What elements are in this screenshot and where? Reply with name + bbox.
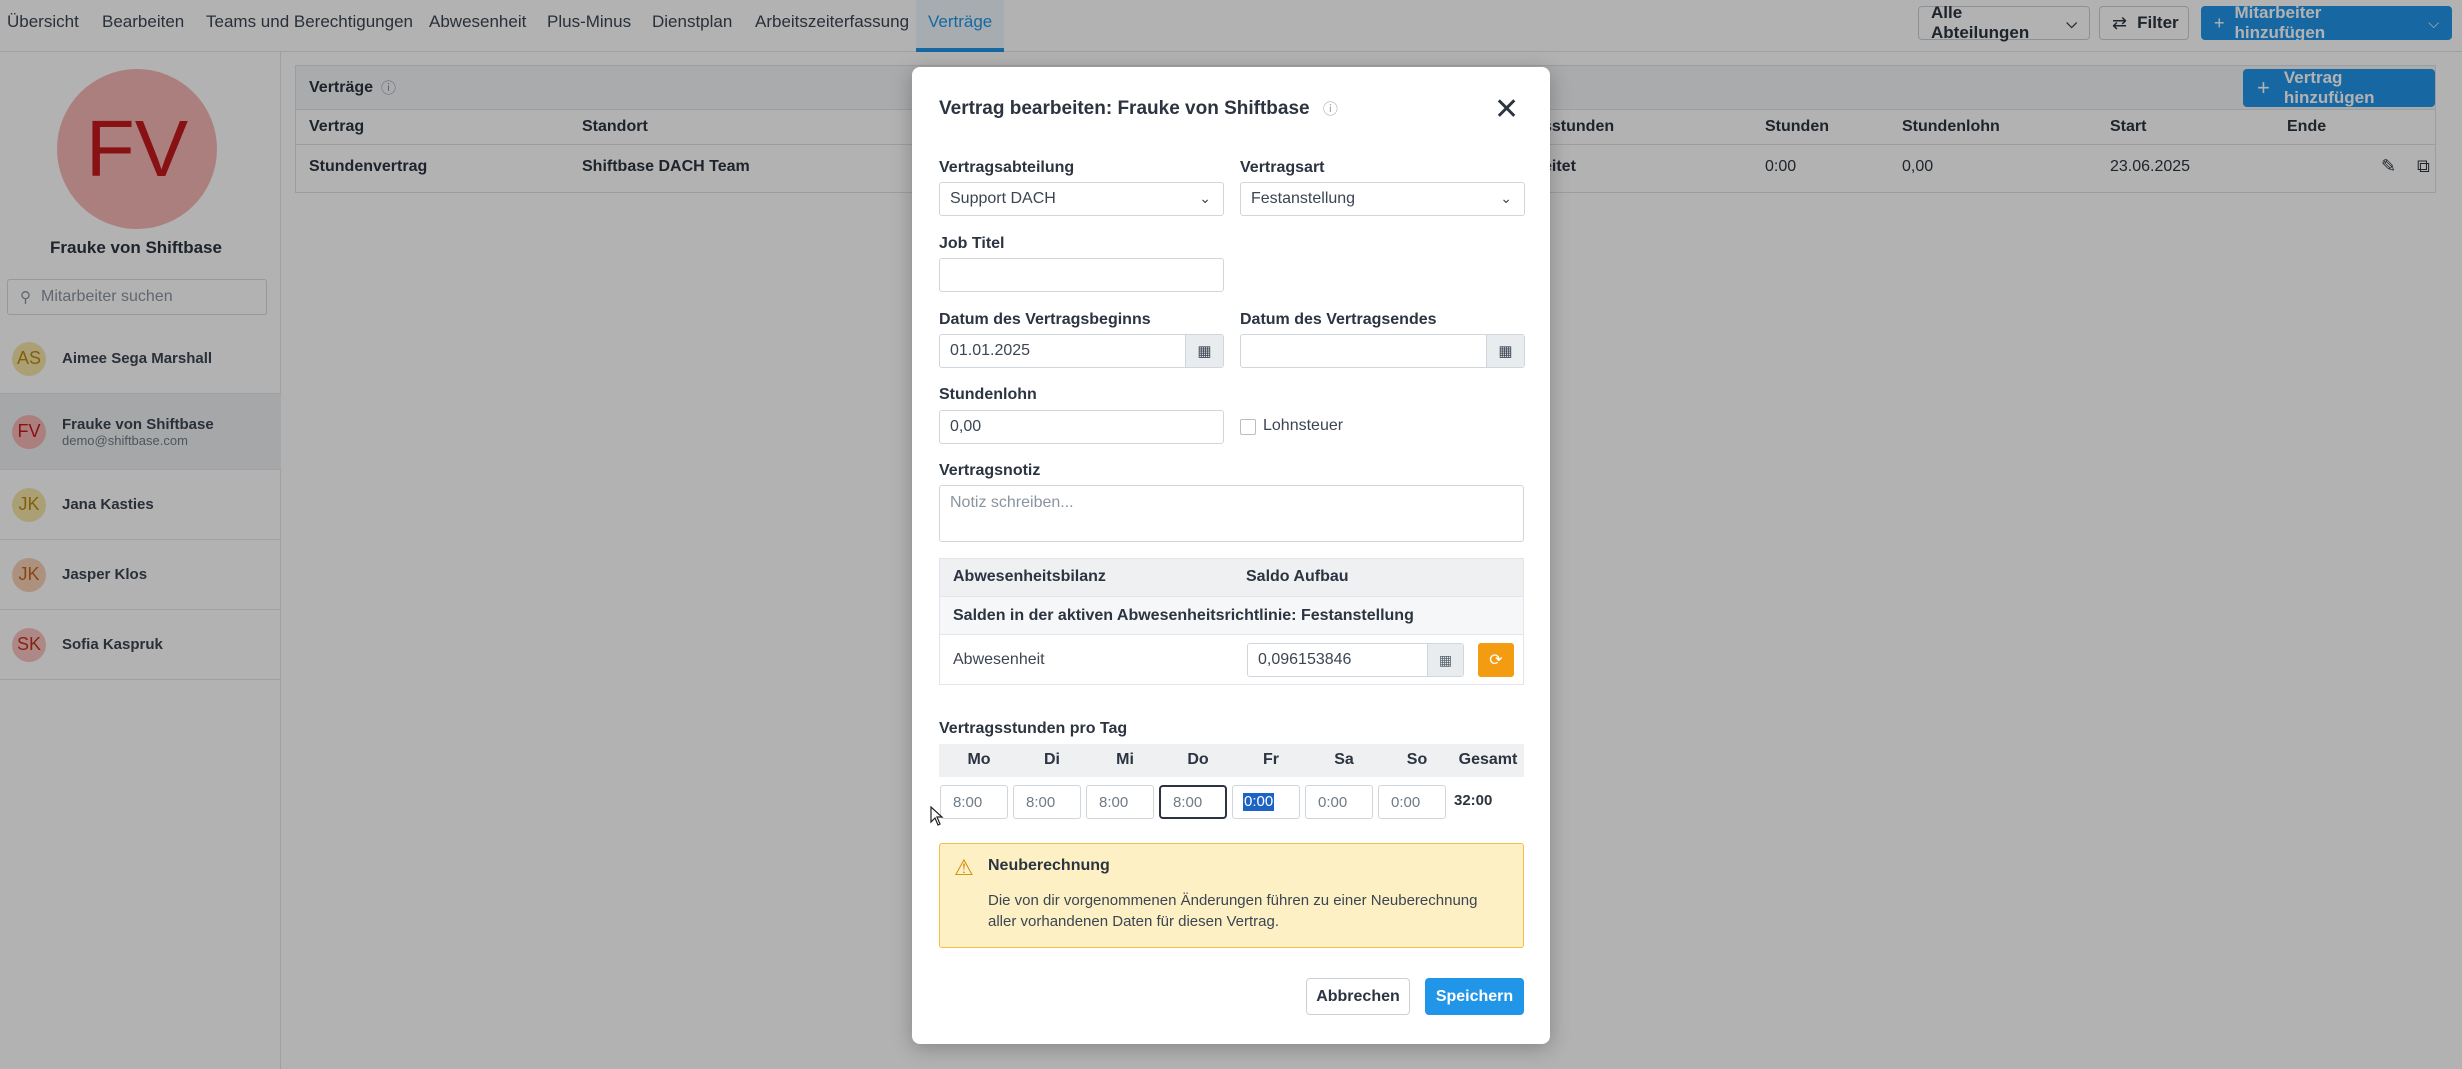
start-date-field[interactable]: ▦ bbox=[939, 334, 1224, 368]
contract-type-select[interactable]: Festanstellung ⌄ bbox=[1240, 182, 1525, 216]
calendar-icon[interactable]: ▦ bbox=[1185, 335, 1223, 367]
modal-title: Vertrag bearbeiten: Frauke von Shiftbase… bbox=[939, 98, 1338, 120]
hours-input-di[interactable] bbox=[1013, 785, 1081, 819]
modal-title-text: Vertrag bearbeiten: Frauke von Shiftbase bbox=[939, 98, 1310, 119]
end-date-label: Datum des Vertragsendes bbox=[1240, 311, 1437, 328]
department-label: Vertragsabteilung bbox=[939, 159, 1075, 176]
contract-type-value: Festanstellung bbox=[1251, 190, 1356, 207]
end-date-field[interactable]: ▦ bbox=[1240, 334, 1525, 368]
end-date-input[interactable] bbox=[1251, 342, 1471, 360]
absence-policy-text: Salden in der aktiven Abwesenheitsrichtl… bbox=[940, 596, 1523, 635]
day-header-so: So bbox=[1406, 751, 1428, 768]
chevron-down-icon: ⌄ bbox=[1500, 190, 1512, 206]
absence-row: Abwesenheit ▦ ⟳ bbox=[940, 635, 1523, 685]
department-value: Support DACH bbox=[950, 190, 1056, 207]
calendar-icon[interactable]: ▦ bbox=[1486, 335, 1524, 367]
day-header-sa: Sa bbox=[1334, 751, 1354, 768]
absence-col1: Abwesenheitsbilanz bbox=[953, 568, 1106, 585]
tax-label[interactable]: Lohnsteuer bbox=[1263, 417, 1343, 435]
absence-balance-field[interactable]: ▦ bbox=[1247, 643, 1464, 677]
job-title-label: Job Titel bbox=[939, 235, 1005, 252]
hours-input-do[interactable] bbox=[1159, 785, 1227, 819]
hours-total: 32:00 bbox=[1454, 792, 1493, 809]
absence-table-header: Abwesenheitsbilanz Saldo Aufbau bbox=[940, 559, 1523, 596]
wage-label: Stundenlohn bbox=[939, 386, 1037, 403]
tax-checkbox[interactable] bbox=[1240, 419, 1256, 435]
day-header-di: Di bbox=[1044, 751, 1060, 768]
start-date-input[interactable] bbox=[950, 342, 1170, 360]
days-header: Mo Di Mi Do Fr Sa So Gesamt bbox=[939, 744, 1524, 777]
note-label: Vertragsnotiz bbox=[939, 462, 1041, 479]
save-button[interactable]: Speichern bbox=[1425, 978, 1524, 1015]
job-title-field[interactable] bbox=[939, 258, 1224, 292]
warning-title: Neuberechnung bbox=[988, 857, 1110, 874]
day-header-do: Do bbox=[1187, 751, 1209, 768]
help-icon[interactable]: ⓘ bbox=[1323, 101, 1338, 118]
warning-icon: ⚠ bbox=[954, 855, 974, 880]
wage-input[interactable] bbox=[950, 418, 1223, 436]
hours-per-day-label: Vertragsstunden pro Tag bbox=[939, 720, 1128, 737]
absence-col2: Saldo Aufbau bbox=[1246, 568, 1349, 585]
mouse-cursor-icon bbox=[930, 806, 944, 826]
recalculation-warning: ⚠ Neuberechnung Die von dir vorgenommene… bbox=[939, 843, 1524, 948]
chevron-down-icon: ⌄ bbox=[1199, 190, 1211, 206]
absence-balance-table: Abwesenheitsbilanz Saldo Aufbau Salden i… bbox=[939, 558, 1524, 685]
cancel-button[interactable]: Abbrechen bbox=[1306, 978, 1410, 1015]
calculator-icon[interactable]: ▦ bbox=[1427, 644, 1463, 676]
start-date-label: Datum des Vertragsbeginns bbox=[939, 311, 1151, 328]
edit-contract-modal: Vertrag bearbeiten: Frauke von Shiftbase… bbox=[912, 67, 1550, 1044]
warning-text: Die von dir vorgenommenen Änderungen füh… bbox=[988, 892, 1478, 930]
selected-text-highlight: 0:00 bbox=[1243, 793, 1275, 811]
day-header-total: Gesamt bbox=[1458, 751, 1518, 768]
note-textarea[interactable] bbox=[950, 494, 1523, 534]
note-field[interactable] bbox=[939, 485, 1524, 542]
reset-history-icon[interactable]: ⟳ bbox=[1478, 643, 1514, 677]
job-title-input[interactable] bbox=[950, 266, 1223, 284]
absence-row-name: Abwesenheit bbox=[953, 651, 1045, 668]
hours-input-so[interactable] bbox=[1378, 785, 1446, 819]
hours-input-sa[interactable] bbox=[1305, 785, 1373, 819]
hours-input-mo[interactable] bbox=[940, 785, 1008, 819]
contract-type-label: Vertragsart bbox=[1240, 159, 1325, 176]
close-icon[interactable]: ✕ bbox=[1494, 95, 1519, 125]
department-select[interactable]: Support DACH ⌄ bbox=[939, 182, 1224, 216]
hours-input-mi[interactable] bbox=[1086, 785, 1154, 819]
day-header-fr: Fr bbox=[1263, 751, 1279, 768]
wage-field[interactable] bbox=[939, 410, 1224, 444]
absence-balance-input[interactable] bbox=[1258, 651, 1418, 669]
day-header-mi: Mi bbox=[1116, 751, 1134, 768]
day-header-mo: Mo bbox=[967, 751, 991, 768]
